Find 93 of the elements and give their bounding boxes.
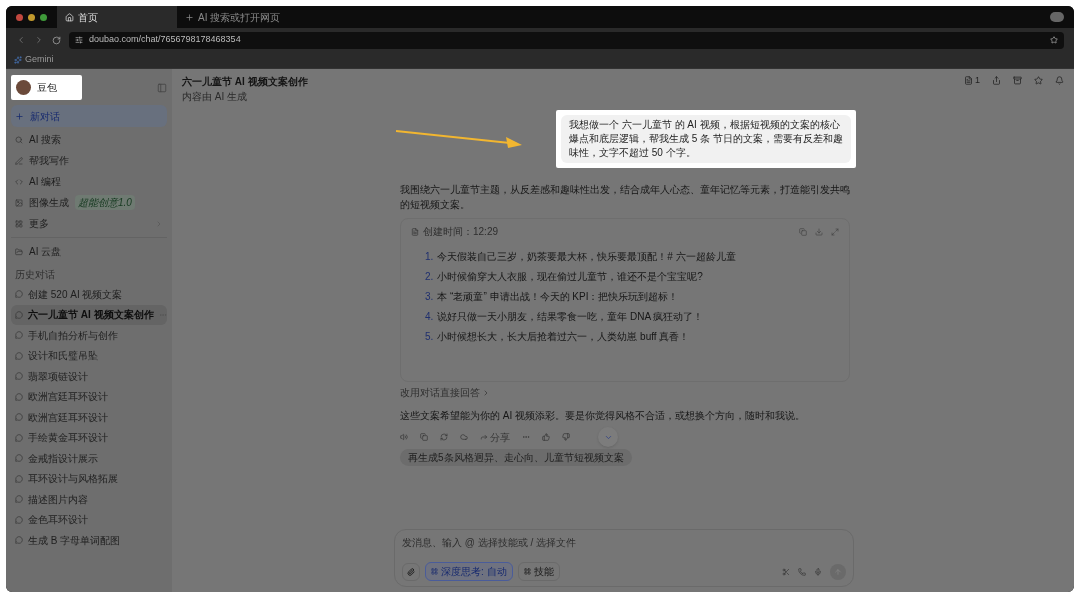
- sidebar-nav-item[interactable]: AI 编程: [11, 171, 167, 192]
- list-number: 3.: [425, 290, 434, 304]
- bookmark-link[interactable]: Gemini: [14, 53, 54, 67]
- history-item[interactable]: 金色耳环设计: [11, 509, 167, 530]
- history-item[interactable]: 创建 520 AI 视频文案: [11, 284, 167, 305]
- skills-button[interactable]: 技能: [517, 562, 560, 581]
- history-item[interactable]: 翡翠项链设计: [11, 366, 167, 387]
- profile-avatar[interactable]: [1050, 12, 1064, 22]
- history-item[interactable]: 手绘黄金耳环设计: [11, 427, 167, 448]
- history-item[interactable]: 六一儿童节 AI 视频文案创作: [11, 304, 167, 325]
- forward-icon[interactable]: [34, 35, 44, 45]
- reply-closing: 这些文案希望能为你的 AI 视频添彩。要是你觉得风格不合适，或想换个方向，随时和我说。: [400, 409, 806, 423]
- suggestion-chip[interactable]: 再生成5条风格迥异、走心向、儿童节短视频文案: [400, 449, 632, 466]
- chat-bubble-icon: [15, 495, 23, 504]
- chat-bubble-icon: [15, 474, 23, 483]
- chevron-right-icon: [482, 388, 490, 397]
- search-icon: [15, 135, 23, 144]
- chat-bubble-icon: [15, 433, 23, 442]
- expand-icon[interactable]: [831, 227, 839, 236]
- thumbs-down-icon[interactable]: [562, 433, 570, 441]
- history-item[interactable]: 手机自拍分析与创作: [11, 325, 167, 346]
- message-input-field[interactable]: 发消息、输入 @ 选择技能或 / 选择文件: [402, 535, 846, 550]
- chat-bubble-icon: [15, 392, 23, 401]
- site-settings-icon: [75, 36, 83, 44]
- list-number: 5.: [425, 330, 434, 344]
- plus-icon: [185, 12, 194, 22]
- back-icon[interactable]: [16, 35, 26, 45]
- history-item[interactable]: 生成 B 字母单词配图: [11, 530, 167, 551]
- speaker-icon[interactable]: [400, 433, 408, 441]
- sidebar-nav-item[interactable]: 图像生成 超能创意1.0: [11, 192, 167, 213]
- deep-think-button[interactable]: 深度思考: 自动: [425, 562, 513, 581]
- documents-button[interactable]: 1: [964, 74, 980, 88]
- sidebar-nav-item[interactable]: 更多: [11, 213, 167, 234]
- chat-bubble-icon: [15, 454, 23, 463]
- history-item[interactable]: 描述图片内容: [11, 489, 167, 510]
- chat-bubble-icon: [15, 515, 23, 524]
- list-number: 4.: [425, 310, 434, 324]
- chat-bubble-icon: [15, 413, 23, 422]
- scroll-down-button[interactable]: [598, 427, 618, 447]
- chat-title: 六一儿童节 AI 视频文案创作: [182, 75, 308, 89]
- home-icon: [65, 12, 74, 22]
- address-bar[interactable]: doubao.com/chat/7656798178468354: [69, 31, 1064, 49]
- list-item-text: 本 “老顽童” 申请出战！今天的 KPI：把快乐玩到超标！: [437, 290, 679, 304]
- chat-bubble-icon: [15, 290, 23, 299]
- list-number: 1.: [425, 250, 434, 264]
- scissors-icon[interactable]: [782, 567, 790, 576]
- plus-icon: [15, 111, 24, 121]
- sidebar-nav-item[interactable]: AI 云盘: [11, 241, 167, 262]
- document-icon: [964, 76, 973, 86]
- chat-bubble-icon: [15, 310, 23, 319]
- sidebar-nav-item[interactable]: AI 搜索: [11, 129, 167, 150]
- image-icon: [15, 198, 23, 207]
- chat-bubble-icon: [15, 351, 23, 360]
- copy-icon[interactable]: [420, 433, 428, 441]
- avatar-icon: [16, 80, 31, 95]
- history-item[interactable]: 耳环设计与风格拓展: [11, 468, 167, 489]
- sparkle-icon: [14, 56, 22, 64]
- bell-icon[interactable]: [1055, 76, 1064, 86]
- feature-badge: 超能创意1.0: [75, 195, 135, 210]
- write-icon: [15, 156, 23, 165]
- share-icon: [480, 433, 488, 441]
- code-icon: [15, 177, 23, 186]
- microphone-icon[interactable]: [814, 567, 822, 576]
- thumbs-up-icon[interactable]: [542, 433, 550, 441]
- new-chat-button[interactable]: 新对话: [11, 105, 167, 127]
- star-icon[interactable]: [1034, 76, 1043, 86]
- regenerate-icon[interactable]: [440, 433, 448, 441]
- brand-logo-highlight[interactable]: 豆包: [11, 75, 82, 100]
- chat-bubble-icon: [15, 331, 23, 340]
- phone-icon[interactable]: [798, 567, 806, 576]
- sidebar-toggle-icon[interactable]: [157, 82, 167, 93]
- paperclip-icon: [407, 567, 415, 576]
- copy-icon[interactable]: [799, 227, 807, 236]
- list-number: 2.: [425, 270, 434, 284]
- history-item[interactable]: 设计和氏璧吊坠: [11, 345, 167, 366]
- attach-button[interactable]: [402, 562, 420, 581]
- list-item-text: 小时候偷穿大人衣服，现在偷过儿童节，谁还不是个宝宝呢?: [437, 270, 703, 284]
- user-message-bubble: 我想做一个 六一儿童节 的 AI 视频，根据短视频的文案的核心爆点和底层逻辑，帮我生成 5 条 节日的文案，需要有反差和趣味性，文字不超过 50 个字。: [561, 115, 851, 163]
- document-icon: [411, 227, 419, 236]
- bookmark-star-icon[interactable]: [1050, 36, 1058, 44]
- cloud-icon[interactable]: [460, 433, 468, 441]
- archive-icon[interactable]: [1013, 76, 1022, 86]
- download-icon[interactable]: [815, 227, 823, 236]
- chat-subtitle: 内容由 AI 生成: [182, 90, 248, 104]
- folder-icon: [15, 247, 23, 256]
- history-item[interactable]: 金戒指设计展示: [11, 448, 167, 469]
- chat-bubble-icon: [15, 536, 23, 545]
- share-icon[interactable]: [992, 76, 1001, 86]
- history-item[interactable]: 欧洲宫廷耳环设计: [11, 407, 167, 428]
- reload-icon[interactable]: [52, 35, 61, 45]
- browser-tab[interactable]: 首页: [57, 6, 177, 28]
- history-item[interactable]: 欧洲宫廷耳环设计: [11, 386, 167, 407]
- chat-bubble-icon: [15, 372, 23, 381]
